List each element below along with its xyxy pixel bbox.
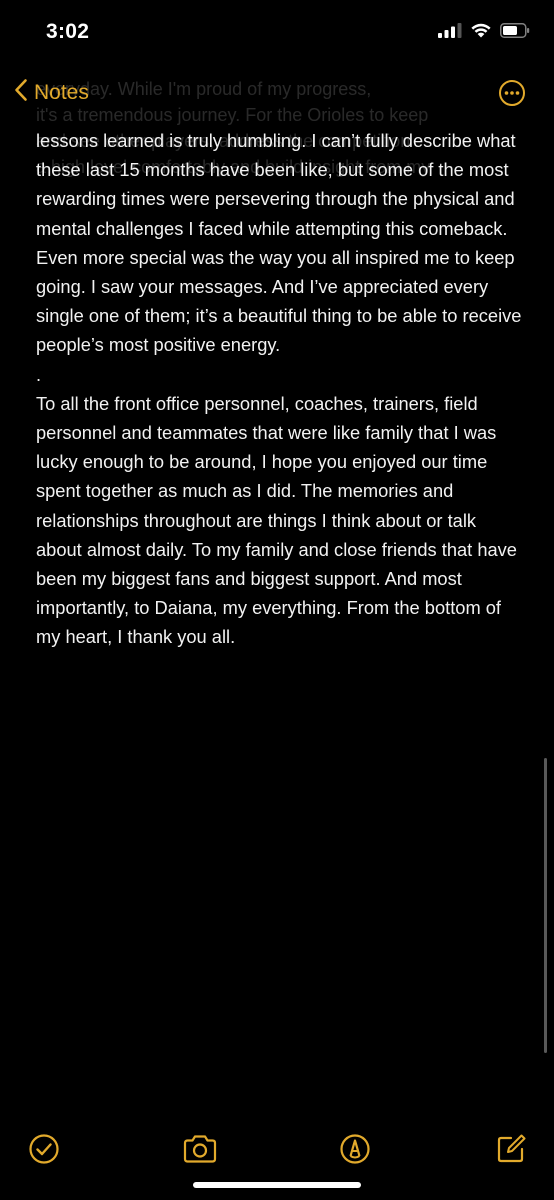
compose-button[interactable] <box>492 1132 530 1170</box>
ghost-line: everyday. While I'm proud of my progress… <box>36 79 372 99</box>
note-separator: . <box>36 363 42 385</box>
note-paragraph: To all the front office personnel, coach… <box>36 392 517 648</box>
markup-button[interactable] <box>336 1132 374 1170</box>
note-text-area[interactable]: lessons learned is truly humbling. I can… <box>36 126 526 652</box>
back-button-label: Notes <box>34 80 89 104</box>
chevron-left-icon <box>14 78 28 107</box>
home-indicator[interactable] <box>193 1182 361 1188</box>
status-icons <box>438 22 530 43</box>
ellipsis-circle-icon <box>498 80 526 111</box>
ghost-line: it's a tremendous journey. For the Oriol… <box>36 105 429 125</box>
compose-icon <box>495 1133 527 1170</box>
wifi-icon <box>470 22 492 43</box>
checklist-icon <box>28 1133 60 1170</box>
camera-button[interactable] <box>181 1132 219 1170</box>
markup-icon <box>339 1133 371 1170</box>
checklist-button[interactable] <box>25 1132 63 1170</box>
cellular-signal-icon <box>438 22 462 43</box>
battery-icon <box>500 22 530 43</box>
scroll-indicator[interactable] <box>544 758 547 1053</box>
status-time: 3:02 <box>46 20 90 43</box>
camera-icon <box>182 1134 218 1169</box>
navigation-bar: everyday. While I'm proud of my progress… <box>0 72 554 177</box>
more-options-button[interactable] <box>498 79 526 107</box>
note-paragraph: lessons learned is truly humbling. I can… <box>36 130 522 356</box>
status-bar: 3:02 <box>0 0 554 70</box>
back-to-notes-button[interactable]: Notes <box>14 78 89 107</box>
bottom-toolbar <box>0 1132 554 1176</box>
